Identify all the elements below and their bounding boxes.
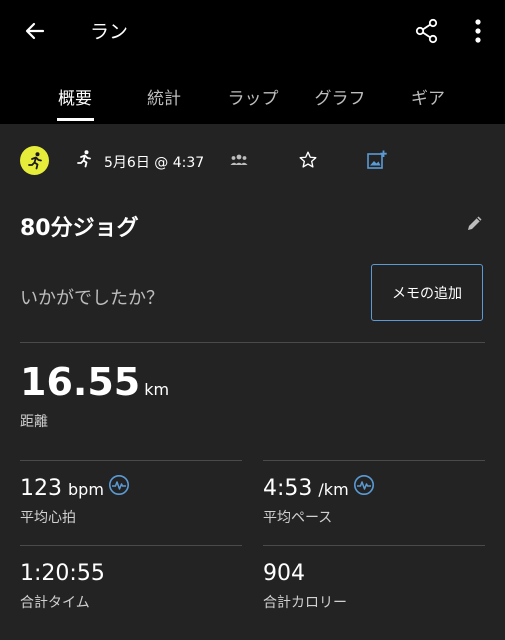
avg-heart-rate-label: 平均心拍 xyxy=(20,510,76,526)
activity-date: 5月6日 @ 4:37 xyxy=(104,155,205,171)
tab-summary[interactable]: 概要 xyxy=(58,84,92,109)
feeling-prompt: いかがでしたか？ xyxy=(20,288,164,309)
share-icon xyxy=(415,18,438,44)
active-tab-indicator xyxy=(57,118,94,121)
add-memo-button[interactable]: メモの追加 xyxy=(371,264,483,321)
divider xyxy=(20,460,242,461)
avg-pace-label: 平均ペース xyxy=(263,510,333,526)
total-calories-label: 合計カロリー xyxy=(263,595,347,611)
star-icon[interactable] xyxy=(297,149,319,171)
heart-rate-icon[interactable] xyxy=(108,474,130,496)
running-icon xyxy=(77,150,91,168)
activity-type-badge[interactable] xyxy=(20,146,49,175)
tab-graph[interactable]: グラフ xyxy=(315,84,366,109)
divider xyxy=(20,342,485,343)
runner-icon xyxy=(27,151,42,169)
total-time-label: 合計タイム xyxy=(20,595,90,611)
distance-number: 16.55 xyxy=(20,360,141,404)
distance-unit: km xyxy=(144,380,170,399)
total-calories-value: 904 xyxy=(263,561,305,586)
distance-value: 16.55 km xyxy=(20,360,169,404)
app-bar: ラン 概要 統計 ラップ グラフ ギア xyxy=(0,0,505,124)
tab-gear[interactable]: ギア xyxy=(411,84,445,109)
group-icon[interactable] xyxy=(229,152,249,168)
avg-heart-rate: 123 bpm xyxy=(20,476,104,501)
avg-heart-rate-unit: bpm xyxy=(68,480,104,499)
total-time: 1:20:55 xyxy=(20,561,105,586)
activity-name: 80分ジョグ xyxy=(20,216,139,241)
activity-info-row: 5月6日 @ 4:37 xyxy=(0,140,505,182)
back-button[interactable] xyxy=(18,14,52,48)
distance-label: 距離 xyxy=(20,414,48,430)
avg-heart-rate-value: 123 xyxy=(20,476,62,501)
total-time-value: 1:20:55 xyxy=(20,561,105,586)
back-arrow-icon xyxy=(25,22,45,40)
avg-pace-value: 4:53 xyxy=(263,476,313,501)
avg-pace: 4:53/km xyxy=(263,476,349,501)
divider xyxy=(263,460,485,461)
more-vert-icon xyxy=(475,19,481,43)
more-options-button[interactable] xyxy=(464,14,492,48)
divider xyxy=(263,545,485,546)
page-title: ラン xyxy=(90,21,129,43)
share-button[interactable] xyxy=(410,14,444,48)
pace-info-icon[interactable] xyxy=(353,474,375,496)
divider xyxy=(20,545,242,546)
tab-laps[interactable]: ラップ xyxy=(228,84,279,109)
total-calories: 904 xyxy=(263,561,305,586)
tab-stats[interactable]: 統計 xyxy=(147,84,181,109)
edit-pencil-icon[interactable] xyxy=(466,214,484,232)
add-photo-icon[interactable] xyxy=(366,149,388,171)
avg-pace-unit: /km xyxy=(318,480,349,499)
